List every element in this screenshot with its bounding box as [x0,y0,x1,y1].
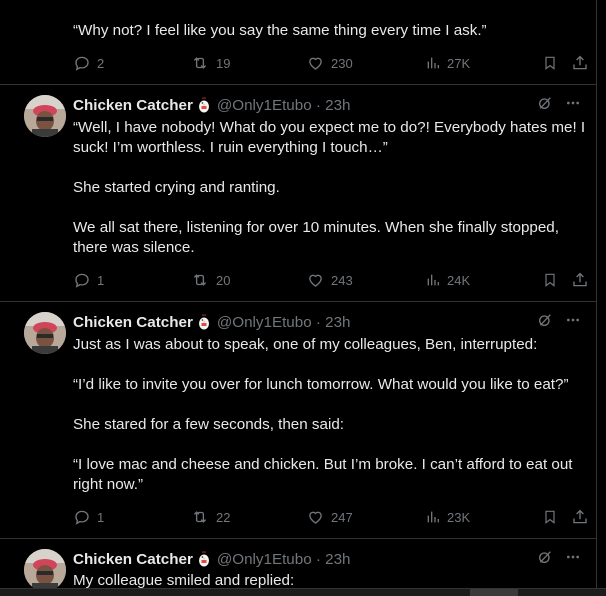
avatar[interactable] [24,312,66,354]
share-button[interactable] [571,269,589,291]
views-icon [425,271,441,289]
chicken-emoji [197,551,211,567]
views-button[interactable]: 23K [425,506,470,528]
grok-icon[interactable] [537,312,553,332]
repost-button[interactable]: 20 [190,269,230,291]
reply-icon [73,271,91,289]
tweet-actions: 2 19 230 27K [73,52,590,74]
tweet-paragraph: “I love mac and cheese and chicken. But … [73,456,577,493]
chicken-emoji [197,314,211,330]
display-name[interactable]: Chicken Catcher [73,97,193,114]
like-count: 230 [331,55,353,71]
reply-count: 1 [97,272,105,288]
reply-button[interactable]: 1 [73,506,104,528]
like-button[interactable]: 243 [306,269,353,291]
like-icon [306,508,325,526]
like-count: 247 [331,509,353,525]
views-icon [425,54,441,72]
share-icon [571,54,589,72]
views-count: 24K [447,272,471,288]
like-count: 243 [331,272,353,288]
repost-icon [190,508,210,526]
tweet-paragraph: She started crying and ranting. [73,179,280,196]
repost-count: 22 [216,509,231,525]
tweet-text: “Well, I have nobody! What do you expect… [73,118,588,258]
taskbar-highlight [470,589,518,596]
more-icon[interactable] [565,549,581,569]
repost-count: 20 [216,272,231,288]
more-icon[interactable] [565,95,581,115]
grok-icon[interactable] [537,95,553,115]
share-icon [571,271,589,289]
like-button[interactable]: 247 [306,506,353,528]
like-icon [306,54,325,72]
share-button[interactable] [571,52,589,74]
divider [0,84,596,85]
bookmark-button[interactable] [542,506,558,528]
views-button[interactable]: 24K [425,269,470,291]
more-icon[interactable] [565,312,581,332]
repost-icon [190,54,210,72]
views-count: 23K [447,509,471,525]
timeline: “Why not? I feel like you say the same t… [0,0,606,596]
bookmark-icon [542,271,558,289]
handle-time[interactable]: @Only1Etubo · 23h [217,314,351,331]
like-icon [306,271,325,289]
tweet-paragraph: Just as I was about to speak, one of my … [73,336,538,353]
header-actions [537,95,581,115]
display-name[interactable]: Chicken Catcher [73,314,193,331]
avatar[interactable] [24,95,66,137]
tweet-header: Chicken Catcher @Only1Etubo · 23h [73,95,588,115]
bookmark-icon [542,54,558,72]
reply-count: 1 [97,509,105,525]
reply-count: 2 [97,55,105,71]
views-button[interactable]: 27K [425,52,470,74]
header-actions [537,549,581,569]
reply-button[interactable]: 2 [73,52,104,74]
tweet-text: Just as I was about to speak, one of my … [73,335,588,495]
tweet-paragraph: “I’d like to invite you over for lunch t… [73,376,569,393]
bookmark-icon [542,508,558,526]
handle-time[interactable]: @Only1Etubo · 23h [217,97,351,114]
share-button[interactable] [571,506,589,528]
tweet-header: Chicken Catcher @Only1Etubo · 23h [73,549,588,569]
tweet-paragraph: She stared for a few seconds, then said: [73,416,345,433]
chicken-emoji [197,97,211,113]
bookmark-button[interactable] [542,52,558,74]
avatar[interactable] [24,549,66,591]
repost-count: 19 [216,55,231,71]
grok-icon[interactable] [537,549,553,569]
repost-icon [190,271,210,289]
handle-time[interactable]: @Only1Etubo · 23h [217,551,351,568]
display-name[interactable]: Chicken Catcher [73,551,193,568]
tweet-paragraph: We all sat there, listening for over 10 … [73,219,564,256]
divider [0,538,596,539]
bookmark-button[interactable] [542,269,558,291]
tweet-text: “Why not? I feel like you say the same t… [73,21,588,41]
repost-button[interactable]: 19 [190,52,230,74]
column-border [596,0,597,596]
share-icon [571,508,589,526]
views-count: 27K [447,55,471,71]
tweet-actions: 1 22 247 23K [73,506,590,528]
reply-icon [73,508,91,526]
divider [0,301,596,302]
reply-button[interactable]: 1 [73,269,104,291]
tweet-paragraph: “Well, I have nobody! What do you expect… [73,119,590,156]
views-icon [425,508,441,526]
like-button[interactable]: 230 [306,52,353,74]
tweet-paragraph: “Why not? I feel like you say the same t… [73,22,487,39]
reply-icon [73,54,91,72]
repost-button[interactable]: 22 [190,506,230,528]
tweet-actions: 1 20 243 24K [73,269,590,291]
header-actions [537,312,581,332]
tweet-header: Chicken Catcher @Only1Etubo · 23h [73,312,588,332]
